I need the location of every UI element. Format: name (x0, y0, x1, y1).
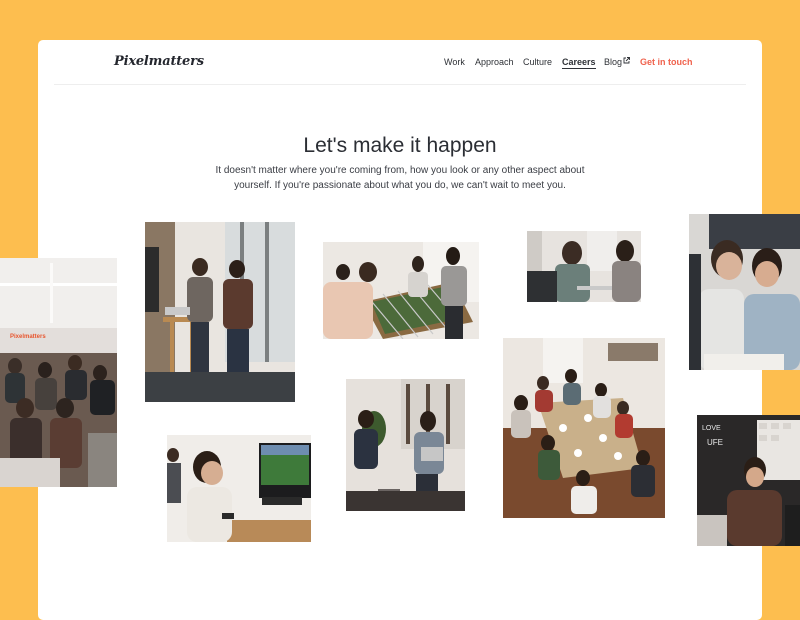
external-link-icon (623, 57, 630, 64)
top-nav: Work Approach Culture Careers Blog Get i… (0, 57, 800, 71)
nav-careers[interactable]: Careers (562, 57, 596, 69)
svg-text:LOVE: LOVE (702, 425, 721, 432)
photo-chalkboard: LOVE UFE (697, 415, 800, 546)
nav-approach[interactable]: Approach (475, 57, 514, 67)
header-divider (54, 84, 746, 85)
get-in-touch-link[interactable]: Get in touch (640, 57, 693, 67)
nav-culture[interactable]: Culture (523, 57, 552, 67)
office-sign-text: Pixelmatters (10, 334, 46, 340)
photo-team-lunch (503, 338, 665, 518)
photo-foosball (323, 242, 479, 339)
photo-standing-laptop (145, 222, 295, 402)
nav-work[interactable]: Work (444, 57, 465, 67)
photo-armchair-laptop (346, 379, 465, 511)
photo-two-men-desk (689, 214, 800, 370)
photo-office-event: Pixelmatters (0, 258, 117, 487)
svg-text:UFE: UFE (707, 438, 723, 447)
photo-laptop-pair (527, 231, 641, 302)
page-description: It doesn't matter where you're coming fr… (215, 165, 585, 191)
nav-blog-label: Blog (604, 57, 623, 67)
page-title: Let's make it happen (303, 134, 497, 158)
nav-blog[interactable]: Blog (604, 57, 630, 67)
photo-gaming (167, 435, 311, 542)
